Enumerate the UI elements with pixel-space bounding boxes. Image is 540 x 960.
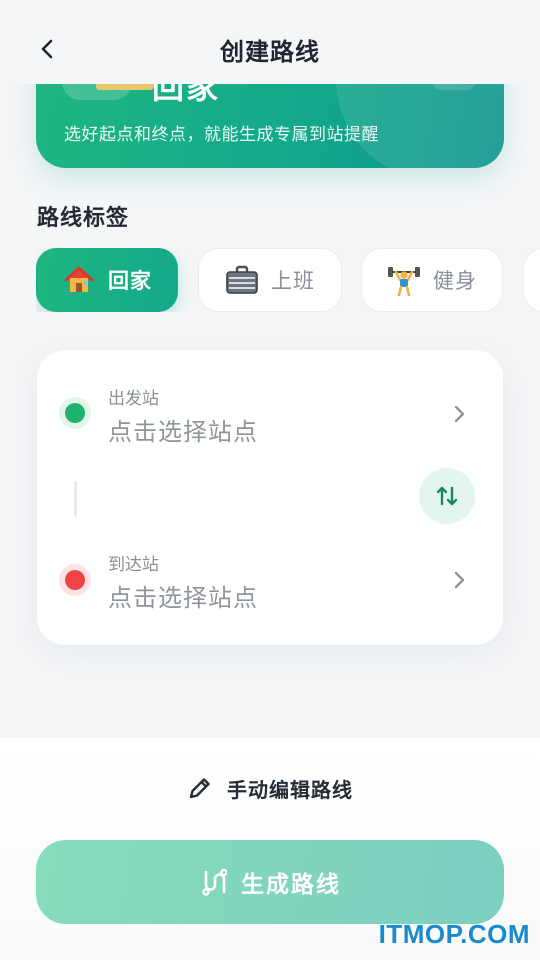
create-route-screen: 回家 选好起点和终点，就能生成专属到站提醒 创建路线 路线标签 回家 上班 健身… xyxy=(0,0,540,960)
manual-edit-route-button[interactable]: 手动编辑路线 xyxy=(0,770,540,806)
house-icon xyxy=(62,263,96,297)
watermark-text: ITMOP.COM xyxy=(378,919,530,949)
arrival-placeholder: 点击选择站点 xyxy=(108,584,258,612)
arrival-station-selector[interactable]: 到达站 点击选择站点 xyxy=(37,540,503,620)
departure-label: 出发站 xyxy=(108,389,159,409)
tag-more[interactable] xyxy=(523,248,540,312)
generate-route-button[interactable]: 生成路线 xyxy=(36,840,504,924)
route-tag-list: 回家 上班 健身 xyxy=(36,248,540,312)
swap-vertical-icon xyxy=(436,486,458,506)
route-icon xyxy=(202,868,227,896)
page-title: 创建路线 xyxy=(220,38,320,66)
start-dot-icon xyxy=(59,397,91,429)
tag-label: 回家 xyxy=(108,269,152,293)
pencil-icon xyxy=(189,778,210,799)
end-dot-icon xyxy=(59,564,91,596)
tag-work[interactable]: 上班 xyxy=(198,248,342,312)
briefcase-icon xyxy=(225,263,259,297)
arrival-label: 到达站 xyxy=(108,555,159,575)
tag-label: 上班 xyxy=(271,269,315,293)
tag-label: 健身 xyxy=(433,269,477,293)
manual-edit-label: 手动编辑路线 xyxy=(227,777,353,802)
weightlifter-icon xyxy=(387,263,421,297)
route-connector-line xyxy=(74,481,77,517)
departure-station-selector[interactable]: 出发站 点击选择站点 xyxy=(37,374,503,454)
route-station-card: 出发站 点击选择站点 到达站 点击选择站点 xyxy=(37,350,503,645)
departure-placeholder: 点击选择站点 xyxy=(108,418,258,446)
chevron-right-icon xyxy=(454,405,465,423)
generate-route-label: 生成路线 xyxy=(241,872,341,898)
swap-stations-button[interactable] xyxy=(419,468,475,524)
tag-home[interactable]: 回家 xyxy=(36,248,178,312)
top-bar: 创建路线 xyxy=(0,0,540,84)
banner-subtitle: 选好起点和终点，就能生成专属到站提醒 xyxy=(64,125,379,145)
route-tags-label: 路线标签 xyxy=(37,206,130,231)
tag-fitness[interactable]: 健身 xyxy=(361,248,503,312)
chevron-right-icon xyxy=(454,571,465,589)
